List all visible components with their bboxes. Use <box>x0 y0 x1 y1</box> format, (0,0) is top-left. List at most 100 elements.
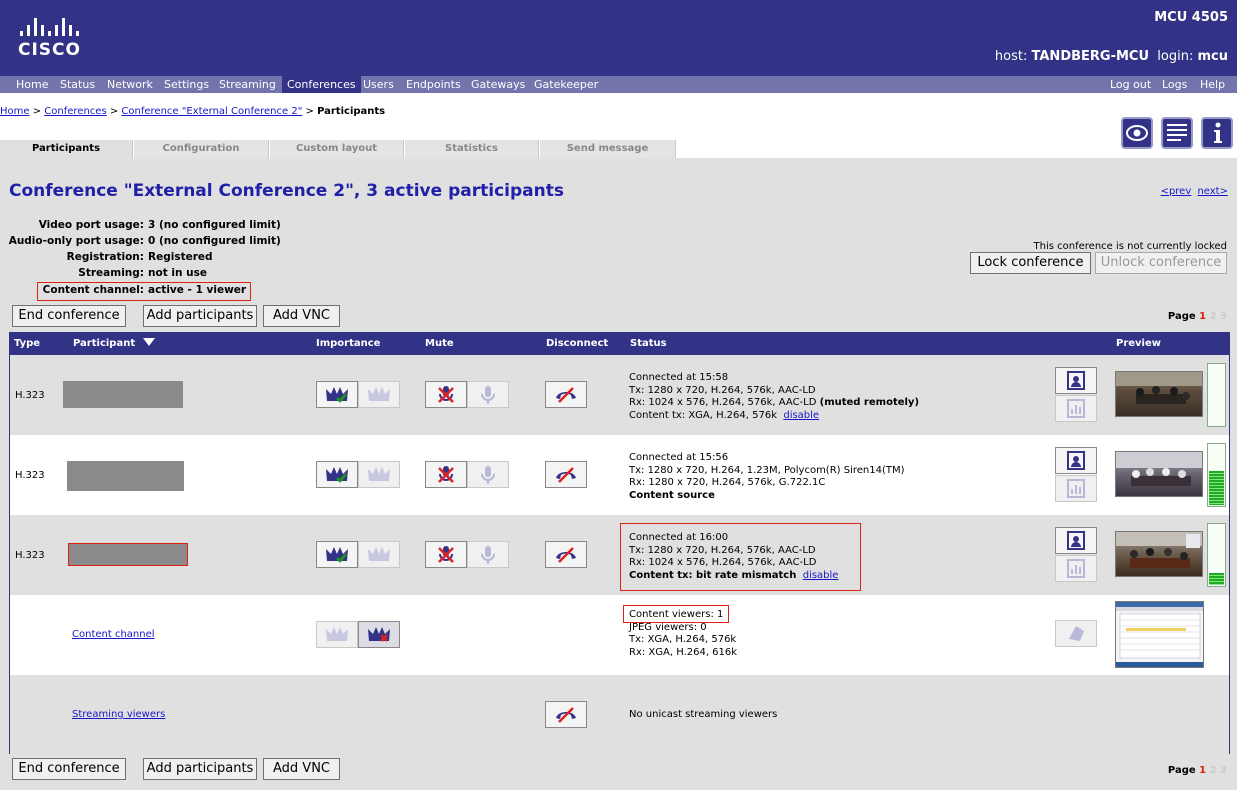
unmute-audio-button[interactable] <box>467 381 509 408</box>
page-2-link[interactable]: 2 <box>1210 311 1217 322</box>
participant-stats-button[interactable] <box>1055 475 1097 502</box>
streaming-viewers-link[interactable]: Streaming viewers <box>72 709 165 720</box>
participant-name-redacted[interactable] <box>67 461 184 491</box>
mic-icon <box>481 545 495 564</box>
breadcrumb-home[interactable]: Home <box>0 106 30 117</box>
unlock-conference-button[interactable]: Unlock conference <box>1095 252 1227 274</box>
unmute-audio-button[interactable] <box>467 541 509 568</box>
nav-home[interactable]: Home <box>11 76 53 93</box>
nav-gateways[interactable]: Gateways <box>466 76 530 93</box>
nav-gatekeeper[interactable]: Gatekeeper <box>529 76 603 93</box>
end-conference-button[interactable]: End conference <box>12 305 126 327</box>
add-participants-button[interactable]: Add participants <box>143 305 257 327</box>
important-clear-button[interactable] <box>358 461 400 488</box>
add-participants-button-bottom[interactable]: Add participants <box>143 758 257 780</box>
product-name: MCU 4505 <box>1154 10 1228 25</box>
participant-name-redacted[interactable] <box>68 543 188 566</box>
header: cisco MCU 4505 host: TANDBERG-MCU login:… <box>0 0 1237 76</box>
eye-icon[interactable] <box>1121 117 1153 149</box>
disconnect-button[interactable] <box>545 541 587 568</box>
page-title: Conference "External Conference 2", 3 ac… <box>9 181 564 201</box>
view-participant-button[interactable] <box>1055 447 1097 474</box>
important-clear-button[interactable] <box>358 621 400 648</box>
mute-audio-button[interactable] <box>425 461 467 488</box>
col-type[interactable]: Type <box>14 338 40 349</box>
stats-icon <box>1067 399 1085 418</box>
participant-status: Connected at 15:58 Tx: 1280 x 720, H.264… <box>629 372 920 421</box>
nav-users[interactable]: Users <box>358 76 399 93</box>
participant-name-redacted[interactable] <box>63 381 183 408</box>
mic-icon <box>481 385 495 404</box>
crown-x-icon <box>368 386 390 402</box>
add-vnc-button[interactable]: Add VNC <box>263 305 340 327</box>
prev-link[interactable]: <prev <box>1161 186 1192 197</box>
text-help-icon[interactable] <box>1161 117 1193 149</box>
mute-audio-button[interactable] <box>425 381 467 408</box>
breadcrumb-conference[interactable]: Conference "External Conference 2" <box>121 106 302 117</box>
mute-audio-button[interactable] <box>425 541 467 568</box>
page-1-link[interactable]: 1 <box>1199 311 1206 322</box>
participant-stats-button[interactable] <box>1055 395 1097 422</box>
stats-icon <box>1067 559 1085 578</box>
audio-level-fill <box>1209 572 1224 585</box>
content-channel-highlight <box>37 282 251 301</box>
content-view-button[interactable] <box>1055 620 1097 647</box>
nav-endpoints[interactable]: Endpoints <box>401 76 466 93</box>
video-preview[interactable] <box>1115 531 1203 577</box>
video-preview[interactable] <box>1115 371 1203 417</box>
table-row: H.323 Connected at 15:56 Tx: 1280 x 720,… <box>10 435 1229 515</box>
participant-stats-button[interactable] <box>1055 555 1097 582</box>
page-3-link[interactable]: 3 <box>1220 765 1227 776</box>
page-1-link[interactable]: 1 <box>1199 765 1206 776</box>
tab-statistics[interactable]: Statistics <box>405 140 539 158</box>
col-participant[interactable]: Participant <box>73 338 155 349</box>
info-icon[interactable] <box>1201 117 1233 149</box>
disable-content-link[interactable]: disable <box>783 410 819 421</box>
crown-check-icon <box>326 386 348 403</box>
streaming-row: Streaming viewers No unicast streaming v… <box>10 675 1229 755</box>
crown-check-icon <box>326 466 348 483</box>
disconnect-button[interactable] <box>545 461 587 488</box>
important-set-button[interactable] <box>316 541 358 568</box>
logo-text: cisco <box>18 40 81 60</box>
table-row: H.323 Connected at 15:58 Tx: 1280 x 720,… <box>10 355 1229 435</box>
nav-logs[interactable]: Logs <box>1162 76 1187 93</box>
participant-view-icon <box>1067 451 1085 470</box>
breadcrumb-current: Participants <box>317 106 386 117</box>
tab-custom-layout[interactable]: Custom layout <box>270 140 404 158</box>
tab-participants[interactable]: Participants <box>0 140 133 158</box>
content-channel-link[interactable]: Content channel <box>72 629 155 640</box>
nav-streaming[interactable]: Streaming <box>214 76 281 93</box>
col-preview: Preview <box>1116 338 1162 349</box>
tab-send-message[interactable]: Send message <box>540 140 676 158</box>
nav-help[interactable]: Help <box>1200 76 1225 93</box>
important-set-button[interactable] <box>316 381 358 408</box>
mic-muted-icon <box>438 385 454 403</box>
disconnect-streaming-button[interactable] <box>545 701 587 728</box>
disconnect-button[interactable] <box>545 381 587 408</box>
page-2-link[interactable]: 2 <box>1210 765 1217 776</box>
nav-network[interactable]: Network <box>102 76 158 93</box>
view-participant-button[interactable] <box>1055 527 1097 554</box>
important-set-button[interactable] <box>316 621 358 648</box>
important-clear-button[interactable] <box>358 381 400 408</box>
view-participant-button[interactable] <box>1055 367 1097 394</box>
page-3-link[interactable]: 3 <box>1220 311 1227 322</box>
end-conference-button-bottom[interactable]: End conference <box>12 758 126 780</box>
nav-logout[interactable]: Log out <box>1110 76 1151 93</box>
next-link[interactable]: next> <box>1197 186 1228 197</box>
nav-status[interactable]: Status <box>55 76 100 93</box>
nav-settings[interactable]: Settings <box>159 76 214 93</box>
lock-conference-button[interactable]: Lock conference <box>970 252 1091 274</box>
breadcrumb-conferences[interactable]: Conferences <box>44 106 106 117</box>
important-clear-button[interactable] <box>358 541 400 568</box>
participant-view-icon <box>1067 531 1085 550</box>
content-preview[interactable] <box>1115 601 1204 668</box>
add-vnc-button-bottom[interactable]: Add VNC <box>263 758 340 780</box>
unmute-audio-button[interactable] <box>467 461 509 488</box>
tab-configuration[interactable]: Configuration <box>134 140 269 158</box>
nav-conferences[interactable]: Conferences <box>282 76 361 93</box>
video-preview[interactable] <box>1115 451 1203 497</box>
disable-content-link[interactable]: disable <box>803 570 839 581</box>
important-set-button[interactable] <box>316 461 358 488</box>
